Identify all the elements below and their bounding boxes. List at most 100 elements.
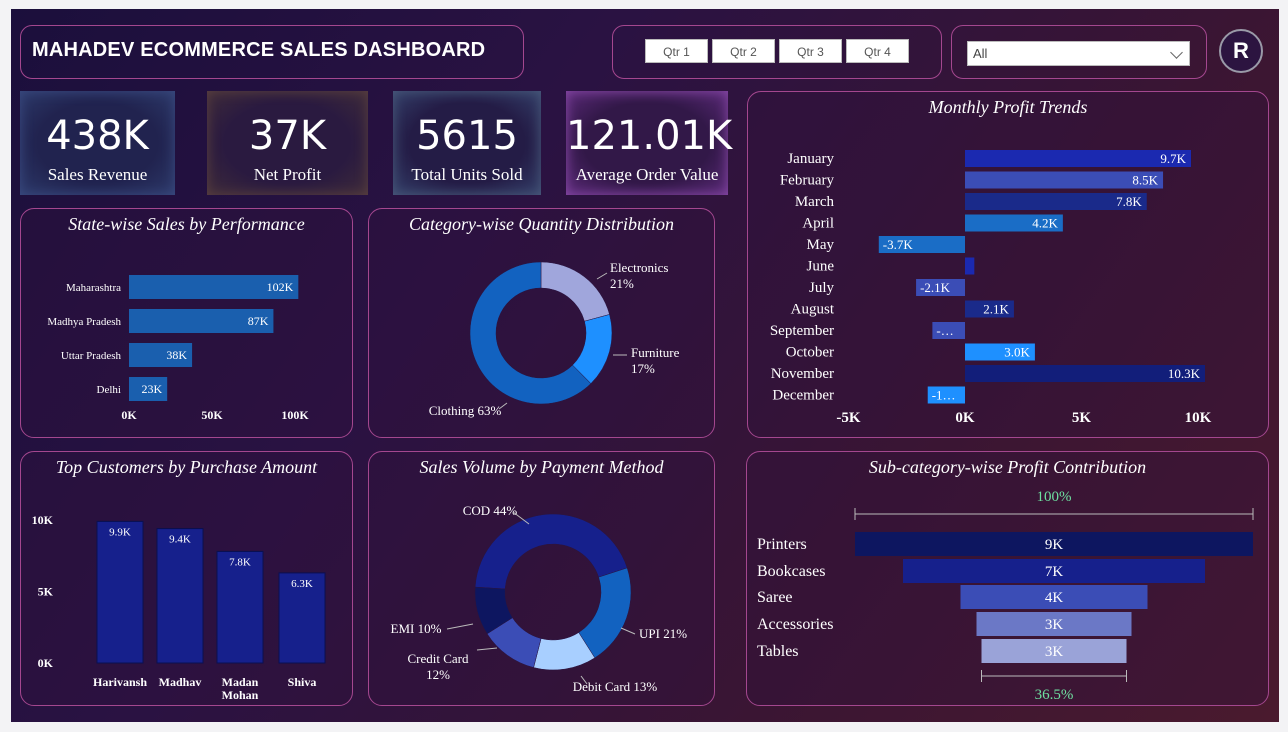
kpi-value: 37K	[248, 113, 327, 159]
category-label: Harivansh	[93, 675, 147, 689]
range-bracket	[854, 508, 1254, 520]
avatar[interactable]: R	[1219, 29, 1263, 73]
data-label: 7.8K	[1116, 194, 1142, 209]
slice-label: Furniture	[631, 345, 680, 360]
category-label: Bookcases	[757, 563, 825, 580]
title-card: MAHADEV ECOMMERCE SALES DASHBOARD	[20, 25, 524, 79]
bar	[965, 257, 975, 275]
kpi-value: 121.01K	[566, 113, 733, 159]
slice-label: 21%	[610, 276, 634, 291]
data-label: 10.3K	[1168, 366, 1201, 381]
category-donut-chart: Electronics21% Furniture17% Clothing 63%	[429, 260, 680, 418]
data-label: 9.9K	[109, 526, 131, 538]
data-label: 7.8K	[229, 556, 251, 568]
tick-label: 50K	[201, 408, 223, 422]
category-label: August	[791, 302, 835, 318]
range-bracket	[981, 670, 1127, 682]
data-label: 3.0K	[1004, 345, 1030, 360]
slice	[578, 567, 632, 659]
payment-panel: Sales Volume by Payment Method COD 44% UP…	[368, 451, 715, 706]
data-label: 102K	[267, 280, 294, 294]
data-label: 9K	[1045, 537, 1064, 553]
category-label: February	[780, 173, 835, 189]
category-label: April	[802, 216, 834, 232]
leader-line	[620, 627, 636, 635]
data-label: -3.7K	[883, 237, 914, 252]
filter-dropdown[interactable]: All	[967, 41, 1190, 66]
leader-line	[596, 272, 608, 280]
data-label: -1…	[932, 388, 956, 403]
data-label: 3K	[1045, 644, 1064, 660]
tick-label: 0K	[121, 408, 137, 422]
kpi-value: 438K	[46, 113, 149, 159]
kpi-average-order-value: 121.01K Average Order Value	[566, 91, 733, 195]
category-label: Maharashtra	[66, 282, 121, 294]
slice	[540, 261, 610, 322]
data-label: 4K	[1045, 590, 1064, 606]
top-percent: 100%	[1037, 489, 1072, 505]
category-label: June	[807, 259, 835, 275]
category-label: November	[771, 366, 834, 382]
tick-label: 100K	[281, 408, 309, 422]
data-label: 4.2K	[1032, 216, 1058, 231]
payment-donut-chart: COD 44%UPI 21%Debit Card 13%Credit Card1…	[391, 503, 688, 694]
leader-line	[476, 647, 498, 651]
data-label: 23K	[142, 382, 163, 396]
data-label: 9.4K	[169, 534, 191, 546]
kpi-net-profit: 37K Net Profit	[207, 91, 368, 195]
data-label: 87K	[248, 314, 269, 328]
category-label: Mohan	[222, 688, 259, 702]
slice-label: UPI 21%	[639, 626, 687, 641]
qtr1-button[interactable]: Qtr 1	[645, 39, 708, 63]
data-label: -2.1K	[920, 280, 951, 295]
slice-label: Electronics	[610, 260, 668, 275]
data-label: 2.1K	[983, 302, 1009, 317]
bar	[156, 528, 204, 664]
category-label: July	[809, 280, 835, 296]
category-label: September	[770, 323, 834, 339]
tick-label: 0K	[955, 410, 975, 426]
kpi-units-sold: 5615 Total Units Sold	[393, 91, 541, 195]
qtr4-button[interactable]: Qtr 4	[846, 39, 909, 63]
category-label: Madan	[222, 675, 259, 689]
leader-line	[446, 623, 474, 630]
category-label: January	[787, 151, 834, 167]
slice-label: 17%	[631, 361, 655, 376]
category-label: Madhya Pradesh	[47, 316, 121, 328]
bar	[965, 150, 1192, 167]
slice-label: EMI 10%	[391, 621, 442, 636]
customers-panel: Top Customers by Purchase Amount 0K 5K 10K…	[20, 451, 353, 706]
slice-label: 12%	[426, 667, 450, 682]
data-label: 38K	[166, 348, 187, 362]
category-label: Uttar Pradesh	[61, 350, 122, 362]
kpi-label: Total Units Sold	[411, 165, 523, 184]
tick-label: 5K	[1072, 410, 1092, 426]
kpi-value: 5615	[416, 113, 518, 159]
kpi-label: Net Profit	[253, 165, 322, 184]
slice-label: Credit Card	[407, 651, 469, 666]
category-label: December	[772, 388, 834, 404]
data-label: -…	[936, 323, 953, 338]
category-label: Delhi	[97, 384, 121, 396]
category-label: May	[807, 237, 835, 253]
filter-card: All	[951, 25, 1207, 79]
quarter-slicer: Qtr 1 Qtr 2 Qtr 3 Qtr 4	[612, 25, 942, 79]
category-label: March	[795, 194, 835, 210]
state-sales-chart: Maharashtra 102K Madhya Pradesh 87K Uttar Pr…	[47, 275, 309, 422]
slice-label: COD 44%	[463, 503, 518, 518]
tick-label: 0K	[38, 656, 54, 670]
qtr2-button[interactable]: Qtr 2	[712, 39, 775, 63]
data-label: 9.7K	[1160, 151, 1186, 166]
kpi-label: Sales Revenue	[47, 165, 148, 184]
tick-label: -5K	[836, 410, 860, 426]
data-label: 7K	[1045, 564, 1064, 580]
subcategory-funnel-chart: 100% Printers 9K Bookcases 7K Saree 4K Accessor…	[757, 489, 1254, 703]
qtr3-button[interactable]: Qtr 3	[779, 39, 842, 63]
filter-value: All	[973, 46, 988, 61]
category-label: Printers	[757, 536, 807, 553]
category-label: Tables	[757, 643, 799, 660]
bar	[96, 520, 144, 664]
tick-label: 10K	[32, 513, 54, 527]
data-label: 6.3K	[291, 578, 313, 590]
slice-label: Clothing 63%	[429, 403, 502, 418]
